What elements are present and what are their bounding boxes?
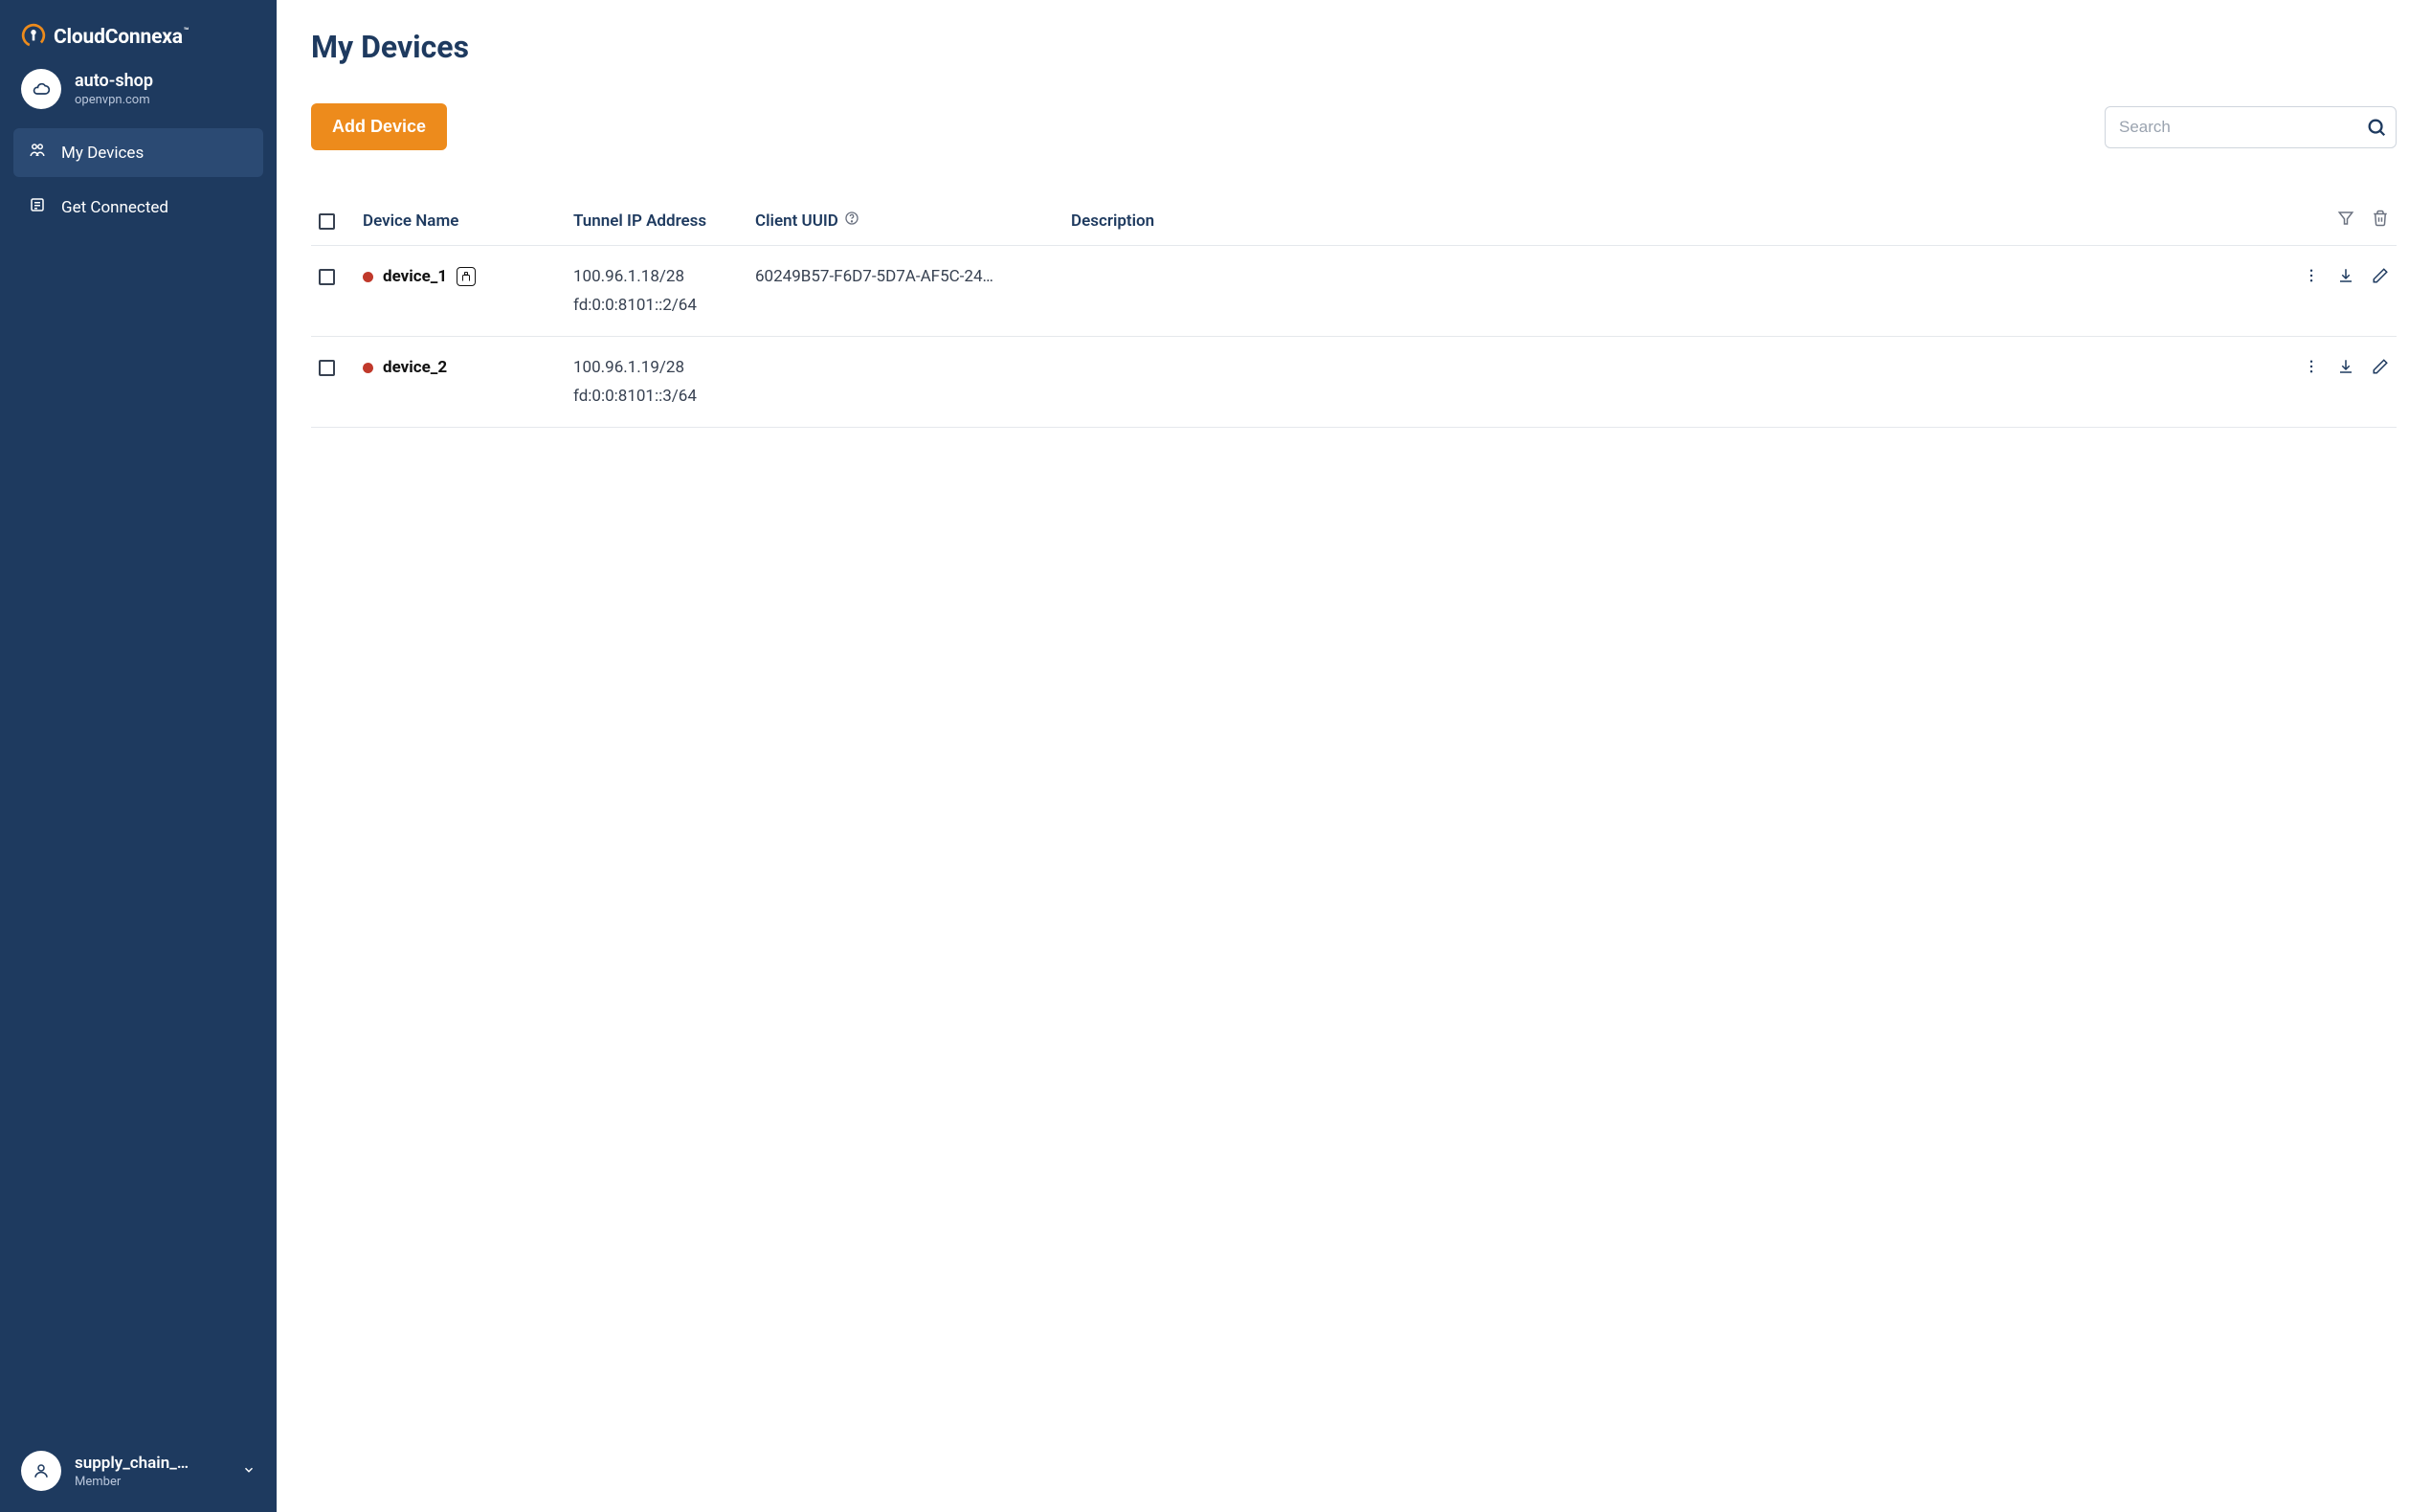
more-icon[interactable] [2303,358,2320,380]
sidebar-item-get-connected[interactable]: Get Connected [13,183,263,232]
col-client-uuid[interactable]: Client UUID [755,211,1071,231]
ipv6-address: fd:0:0:8101::3/64 [573,387,755,406]
sidebar-item-label: Get Connected [61,198,168,217]
devices-icon [29,142,46,164]
page-title: My Devices [311,29,2397,65]
org-name: auto-shop [75,71,153,92]
sidebar-nav: My Devices Get Connected [0,128,277,237]
table-header: Device Name Tunnel IP Address Client UUI… [311,196,2397,246]
client-uuid: 60249B57-F6D7-5D7A-AF5C-24… [755,267,1071,286]
ipv6-address: fd:0:0:8101::2/64 [573,296,755,315]
brand-icon [21,23,46,52]
user-menu[interactable]: supply_chain_… Member [0,1434,277,1512]
col-tunnel-ip[interactable]: Tunnel IP Address [573,211,755,231]
connected-icon [29,196,46,218]
col-description[interactable]: Description [1071,211,2274,231]
search-field [2105,106,2397,148]
sidebar-item-label: My Devices [61,144,144,163]
sidebar: CloudConnexa™ auto-shop openvpn.com My D… [0,0,277,1512]
row-checkbox[interactable] [319,360,335,376]
ipv4-address: 100.96.1.18/28 [573,267,755,286]
org-selector[interactable]: auto-shop openvpn.com [0,69,277,128]
user-avatar-icon [21,1451,61,1491]
select-all-checkbox[interactable] [319,213,335,230]
user-name: supply_chain_… [75,1454,189,1473]
edit-icon[interactable] [2372,267,2389,289]
search-input[interactable] [2105,106,2397,148]
search-icon[interactable] [2366,117,2387,138]
main-content: My Devices Add Device Device Name Tunnel… [277,0,2431,1512]
table-row: device_1 100.96.1.18/28 fd:0:0:8101::2/6… [311,246,2397,337]
help-icon[interactable] [844,211,859,231]
col-device-name[interactable]: Device Name [363,211,573,231]
status-dot-offline [363,363,373,373]
ipv4-address: 100.96.1.19/28 [573,358,755,377]
edit-icon[interactable] [2372,358,2389,380]
brand-logo[interactable]: CloudConnexa™ [0,0,277,69]
filter-icon[interactable] [2337,210,2354,232]
user-role: Member [75,1475,189,1489]
chevron-down-icon [242,1462,256,1480]
org-domain: openvpn.com [75,93,153,107]
toolbar: Add Device [311,103,2397,150]
device-name: device_1 [383,267,447,286]
status-dot-offline [363,272,373,282]
os-icon [457,267,476,286]
more-icon[interactable] [2303,267,2320,289]
trash-icon[interactable] [2372,210,2389,232]
download-icon[interactable] [2337,267,2354,289]
row-checkbox[interactable] [319,269,335,285]
cloud-icon [21,69,61,109]
table-row: device_2 100.96.1.19/28 fd:0:0:8101::3/6… [311,337,2397,428]
add-device-button[interactable]: Add Device [311,103,447,150]
devices-table: Device Name Tunnel IP Address Client UUI… [311,196,2397,428]
sidebar-item-my-devices[interactable]: My Devices [13,128,263,177]
device-name: device_2 [383,358,447,377]
download-icon[interactable] [2337,358,2354,380]
brand-name: CloudConnexa™ [54,26,189,49]
